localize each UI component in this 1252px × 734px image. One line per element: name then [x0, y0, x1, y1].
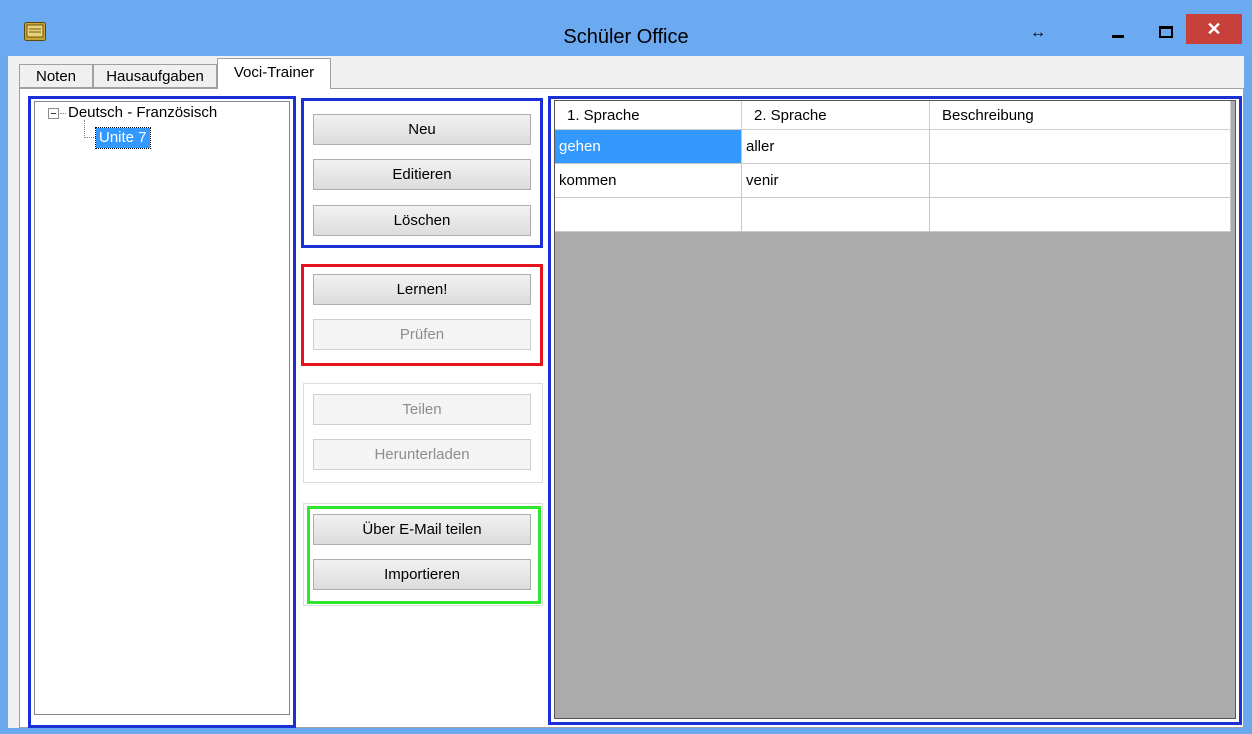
- new-button[interactable]: Neu: [313, 114, 531, 145]
- maximize-icon: [1159, 26, 1173, 38]
- maximize-button[interactable]: [1146, 18, 1186, 46]
- grid-cell[interactable]: gehen: [555, 130, 742, 164]
- edit-button[interactable]: Editieren: [313, 159, 531, 190]
- resize-icon[interactable]: ↔: [1030, 24, 1046, 42]
- tab-hausaufgaben[interactable]: Hausaufgaben: [93, 64, 217, 88]
- download-button[interactable]: Herunterladen: [313, 439, 531, 470]
- share-button[interactable]: Teilen: [313, 394, 531, 425]
- tree-node-unite-7[interactable]: Unite 7: [95, 127, 151, 149]
- tab-voci-trainer[interactable]: Voci-Trainer: [217, 58, 331, 89]
- close-button[interactable]: ✕: [1186, 14, 1242, 44]
- column-header-description[interactable]: Beschreibung: [930, 101, 1231, 130]
- close-icon: ✕: [1206, 19, 1222, 39]
- test-button[interactable]: Prüfen: [313, 319, 531, 350]
- grid-cell[interactable]: kommen: [555, 164, 742, 198]
- tree-highlight-frame: [28, 96, 296, 728]
- grid-cell[interactable]: [742, 198, 930, 232]
- tree-collapse-icon[interactable]: [48, 108, 59, 119]
- grid-cell[interactable]: [930, 164, 1231, 198]
- tree-connector: [84, 137, 96, 138]
- import-button[interactable]: Importieren: [313, 559, 531, 590]
- minimize-icon: [1112, 35, 1124, 38]
- tree-node-root[interactable]: Deutsch - Französisch: [68, 104, 217, 121]
- grid-cell[interactable]: [930, 198, 1231, 232]
- grid-cell[interactable]: [930, 130, 1231, 164]
- grid-cell[interactable]: [555, 198, 742, 232]
- grid-cell[interactable]: aller: [742, 130, 930, 164]
- share-email-button[interactable]: Über E-Mail teilen: [313, 514, 531, 545]
- tree-connector: [60, 113, 66, 114]
- column-header-language-1[interactable]: 1. Sprache: [555, 101, 742, 130]
- minimize-button[interactable]: [1098, 18, 1138, 46]
- delete-button[interactable]: Löschen: [313, 205, 531, 236]
- grid-cell[interactable]: venir: [742, 164, 930, 198]
- window-title: Schüler Office: [563, 26, 689, 48]
- tree-connector: [84, 120, 85, 138]
- column-header-language-2[interactable]: 2. Sprache: [742, 101, 930, 130]
- learn-button[interactable]: Lernen!: [313, 274, 531, 305]
- tab-noten[interactable]: Noten: [19, 64, 93, 88]
